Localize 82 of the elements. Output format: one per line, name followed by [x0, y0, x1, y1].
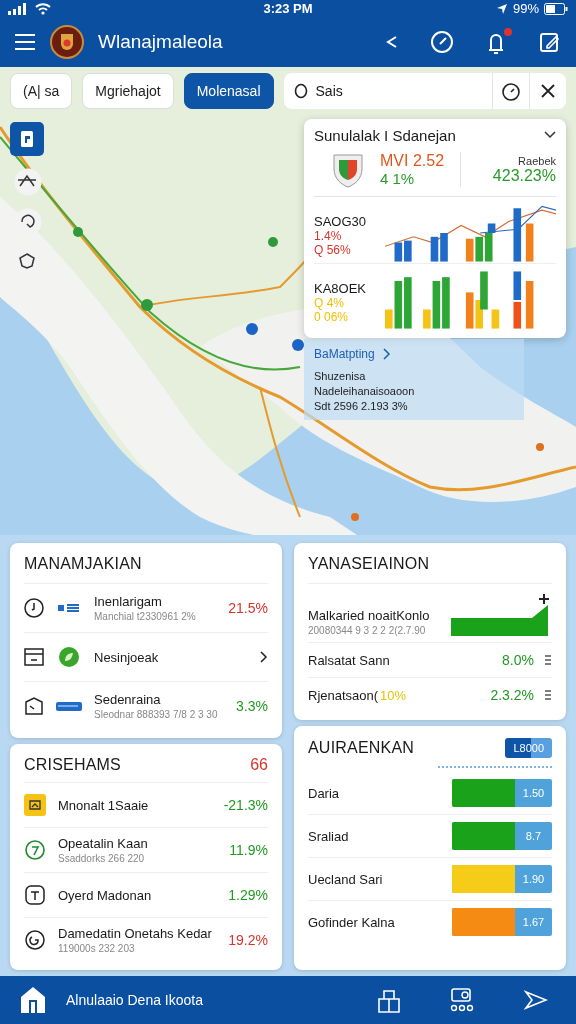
shield-logo-icon	[332, 151, 364, 188]
row-title: Damedatin Onetahs Kedar	[58, 926, 213, 942]
section-label: KA8OEK	[314, 280, 368, 296]
info-text: Nadeleihanaisoaoon	[314, 384, 416, 397]
primary-value: MVI 2.52	[380, 152, 445, 171]
section-subvalue: Q 56%	[314, 242, 352, 257]
bottom-title: Alnulaaio Dena Ikoota	[66, 992, 204, 1009]
section-value: 1.4%	[314, 228, 343, 243]
secondary-label: Raebek	[518, 154, 556, 167]
row-subtitle: Manchial t2330961 2%	[94, 611, 197, 623]
row-subtitle: Sleodnar 888393 7/8 2 3 30	[94, 709, 219, 721]
row-value: 11.9%	[229, 842, 268, 859]
leaf-badge-icon	[58, 646, 80, 669]
section-heading: YANASEIAINON	[308, 555, 552, 585]
list-icon	[544, 689, 552, 702]
secondary-value: 423.23%	[492, 166, 556, 185]
bar-value: 8.7	[524, 830, 543, 843]
edit-icon[interactable]	[538, 30, 562, 55]
row-subtitle: 20080344 9 3 2 2 2(2.7.90	[308, 625, 427, 637]
row-title: Daria	[308, 785, 341, 801]
row-title: Opeatalin Kaan	[58, 836, 149, 852]
row-title: Rjenatsaon(	[308, 687, 379, 703]
row-value: 21.5%	[228, 600, 268, 617]
section-value: Q 4%	[314, 295, 345, 310]
row-value: 3.3%	[236, 698, 268, 715]
grid-icon	[58, 603, 80, 614]
section-subvalue: 0 06%	[314, 309, 350, 324]
count-label: 66	[250, 756, 268, 775]
status-badge: L8000	[505, 738, 552, 759]
card-title: Sunulalak I Sdanejan	[314, 126, 456, 144]
section-label: SAOG30	[314, 213, 368, 229]
wifi-icon	[35, 2, 51, 15]
filter-chip[interactable]: Molenasal	[183, 72, 274, 109]
row-title: Gofinder Kalna	[308, 914, 396, 930]
chevron-right-icon	[382, 347, 391, 360]
row-title: Mnonalt 1Saaie	[58, 797, 150, 813]
row-title: Uecland Sari	[308, 871, 384, 887]
row-subtitle: Ssaddorks 266 220	[58, 853, 146, 865]
card-icon	[56, 700, 82, 712]
building-icon[interactable]	[378, 987, 400, 1014]
filter-chip[interactable]: (A| sa	[10, 72, 73, 109]
search-icon	[293, 82, 308, 99]
location-icon	[495, 2, 508, 15]
emblem-logo-icon	[50, 25, 84, 60]
primary-change: 4 1%	[380, 170, 416, 188]
bar-value: 1.90	[521, 873, 546, 886]
bar-value: 1.50	[521, 787, 546, 800]
info-text: Sdt 2596 2.193 3%	[314, 399, 409, 412]
row-value: 19.2%	[228, 932, 268, 949]
bar-value: 1.67	[521, 916, 546, 929]
document-icon	[24, 647, 44, 668]
section-heading: AUIRAENKAN	[308, 739, 416, 758]
search-field[interactable]: Sais	[283, 72, 566, 109]
row-value: 2.3.2%	[490, 687, 534, 704]
camera-icon[interactable]	[450, 987, 474, 1014]
row-title: Sedenraina	[94, 692, 162, 708]
list-icon	[544, 654, 552, 667]
menu-icon[interactable]	[14, 33, 36, 52]
status-time: 3:23 PM	[263, 1, 313, 17]
battery-percentage: 99%	[512, 1, 539, 17]
filter-chip[interactable]: Mgriehajot	[82, 72, 174, 109]
row-title: Nesinjoeak	[94, 649, 160, 665]
row-subtitle: 119000s 232 203	[58, 943, 136, 955]
row-value: 1.29%	[228, 887, 268, 904]
battery-icon	[544, 2, 568, 15]
row-value: -21.3%	[223, 797, 268, 814]
home-icon[interactable]	[20, 986, 46, 1015]
section-heading: MANAMJAKIAN	[24, 555, 268, 585]
clipboard-icon[interactable]	[10, 121, 44, 156]
row-value: 8.0%	[502, 652, 534, 669]
chevron-right-icon[interactable]	[260, 651, 268, 664]
row-title: Sraliad	[308, 828, 350, 844]
chevron-down-icon[interactable]	[544, 131, 556, 140]
row-title: Inenlarigam	[94, 594, 163, 610]
row-title: Malkaried noaitKonlo	[308, 608, 431, 624]
row-title: Oyerd Madonan	[58, 887, 153, 903]
app-title: Wlanajmaleola	[98, 31, 224, 54]
row-note: 10%	[380, 687, 407, 703]
info-text: Shuzenisa	[314, 369, 367, 382]
section-heading: CRISEHAMS	[24, 756, 122, 775]
row-title: Ralsatat Sann	[308, 652, 390, 668]
details-link[interactable]: BaMatpting	[314, 346, 514, 361]
